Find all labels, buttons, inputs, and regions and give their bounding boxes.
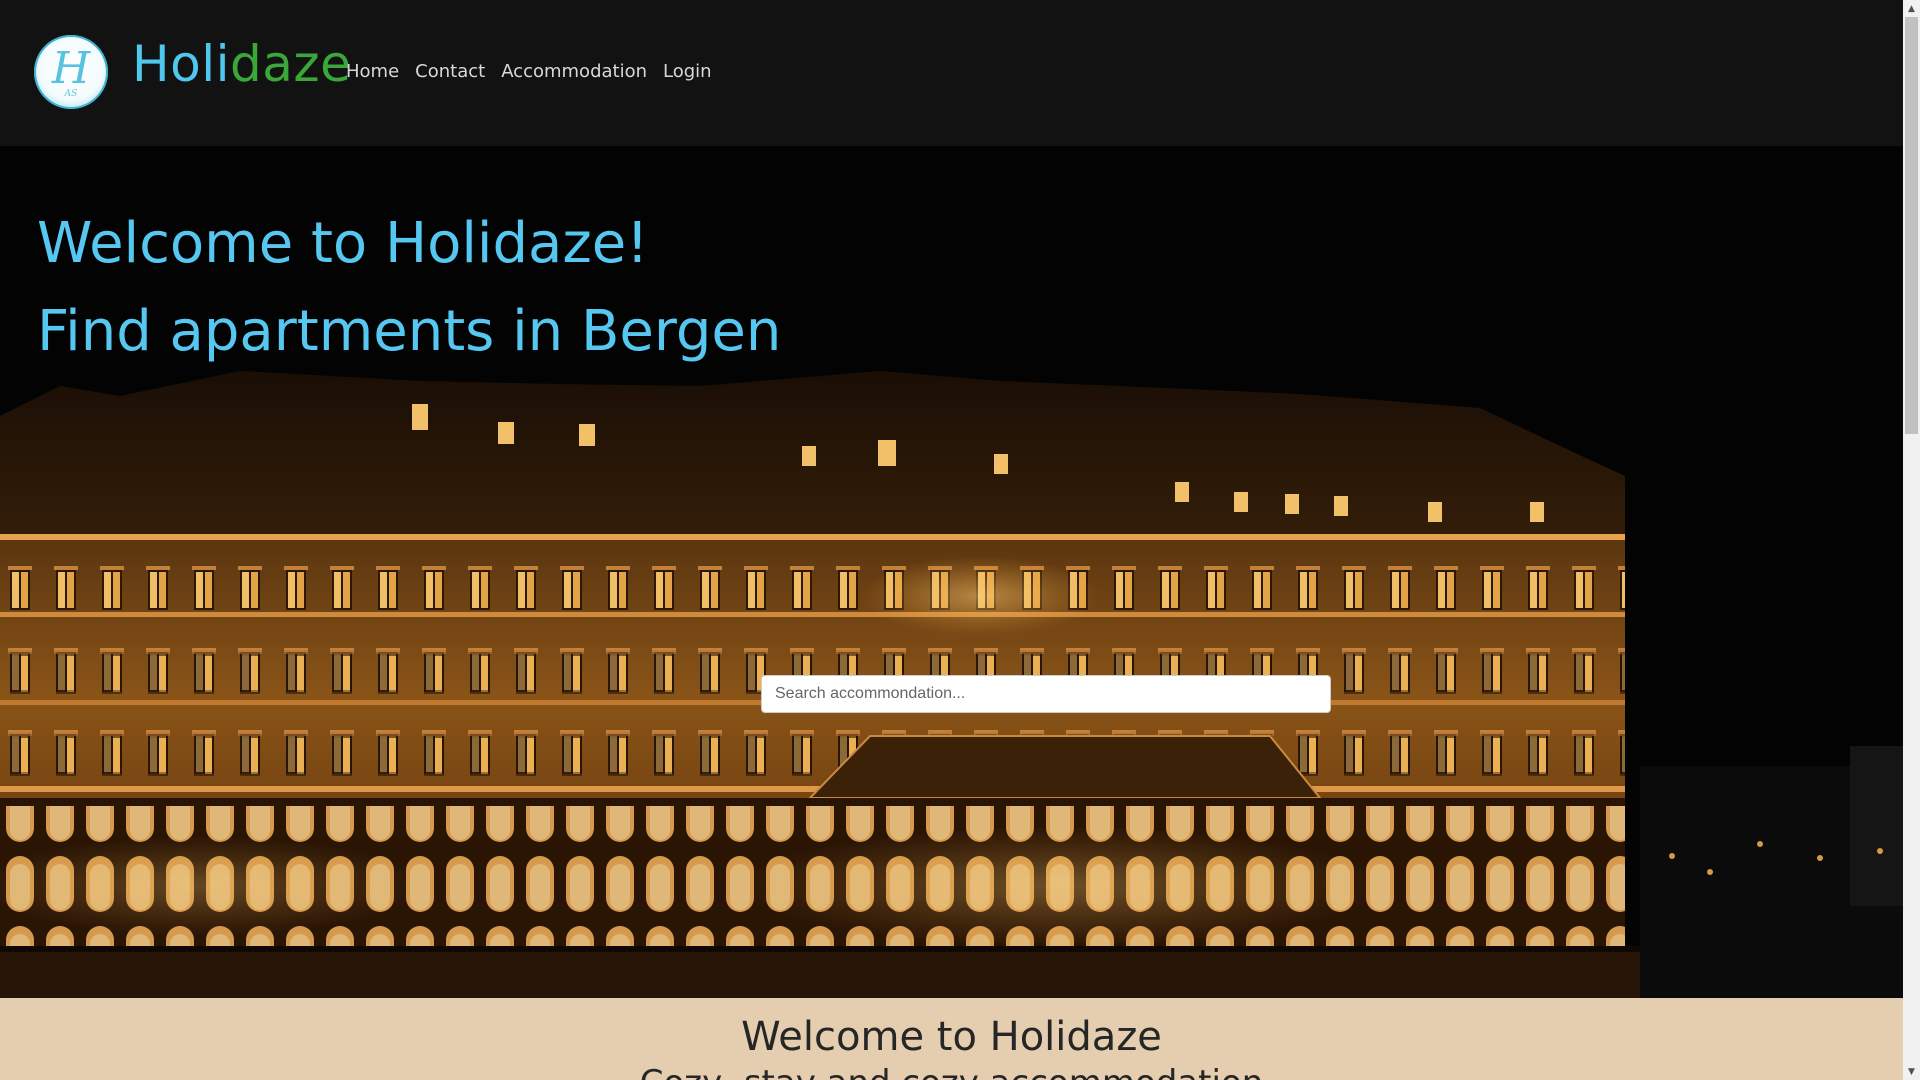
brand-name-part1: Holi bbox=[132, 35, 230, 93]
scrollbar-thumb[interactable] bbox=[1905, 17, 1918, 434]
intro-heading: Welcome to Holidaze bbox=[741, 1014, 1162, 1060]
hero-title-line2: Find apartments in Bergen bbox=[37, 299, 782, 364]
search-container bbox=[761, 675, 1331, 713]
brand-name-part2: daze bbox=[229, 35, 352, 93]
nav-accommodation[interactable]: Accommodation bbox=[501, 60, 647, 84]
logo-sub: AS bbox=[64, 89, 78, 99]
vertical-scrollbar[interactable]: ▲ ▼ bbox=[1903, 0, 1920, 1080]
nav-home[interactable]: Home bbox=[346, 60, 399, 84]
intro-section: Welcome to Holidaze Cozy, stay and cozy … bbox=[0, 998, 1903, 1080]
brand-name[interactable]: Holidaze bbox=[132, 36, 351, 92]
nav-login[interactable]: Login bbox=[663, 60, 712, 84]
site-header: H AS Holidaze Home Contact Accommodation… bbox=[0, 0, 1903, 146]
page: H AS Holidaze Home Contact Accommodation… bbox=[0, 0, 1903, 1080]
scroll-up-arrow-icon[interactable]: ▲ bbox=[1903, 0, 1920, 17]
logo-badge[interactable]: H AS bbox=[34, 35, 108, 109]
logo-letter: H bbox=[51, 43, 91, 94]
hero-section: Welcome to Holidaze! Find apartments in … bbox=[0, 146, 1903, 998]
intro-subheading: Cozy, stay and cozy accommodation bbox=[0, 1062, 1903, 1080]
browser-viewport: H AS Holidaze Home Contact Accommodation… bbox=[0, 0, 1920, 1080]
main-nav: Home Contact Accommodation Login bbox=[346, 60, 712, 84]
hero-title-line1: Welcome to Holidaze! bbox=[37, 211, 649, 276]
search-input[interactable] bbox=[761, 675, 1331, 713]
nav-contact[interactable]: Contact bbox=[415, 60, 485, 84]
scroll-down-arrow-icon[interactable]: ▼ bbox=[1903, 1063, 1920, 1080]
